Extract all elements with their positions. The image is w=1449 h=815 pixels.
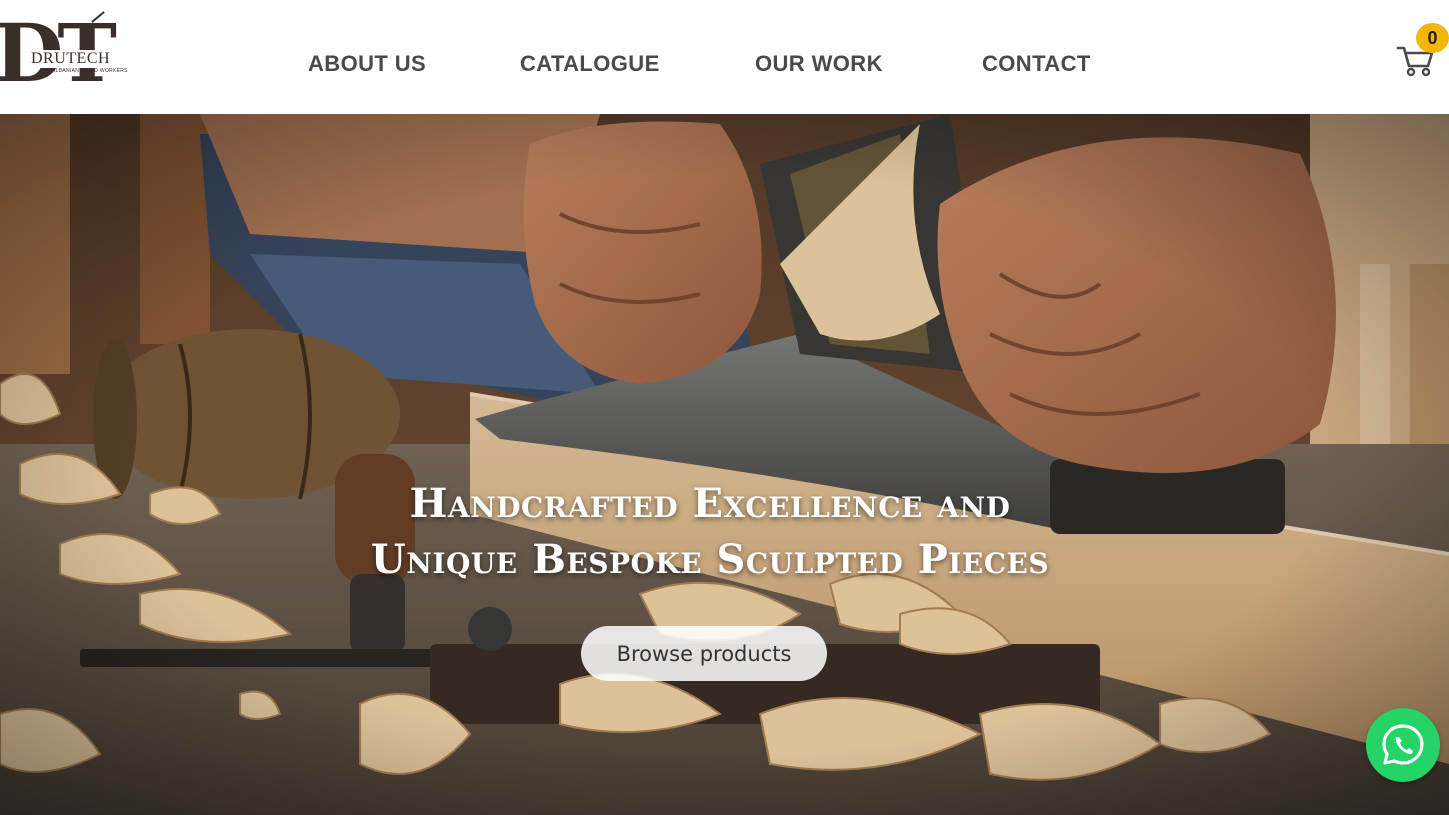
cart-count-badge: 0 [1416,23,1449,53]
whatsapp-icon[interactable] [1366,708,1440,782]
nav-about-us[interactable]: ABOUT US [308,50,426,78]
hero-section: Handcrafted Excellence and Unique Bespok… [0,114,1449,815]
nav-our-work[interactable]: OUR WORK [755,50,883,78]
hero-title-line-1: Handcrafted Excellence and [409,480,1011,527]
woodworking-hero-image [0,114,1449,815]
logo-tagline: ALBANIAN WOOD WORKERS [52,68,128,74]
nav-catalogue[interactable]: CATALOGUE [520,50,660,78]
page: DT DRUTECH ALBANIAN WOOD WORKERS ABOUT U… [0,0,1449,815]
nav-contact[interactable]: CONTACT [982,50,1091,78]
logo-brand-name: DRUTECH [28,50,114,68]
hero-title-line-2: Unique Bespoke Sculpted Pieces [370,536,1050,583]
browse-products-button[interactable]: Browse products [581,626,827,681]
hero-title: Handcrafted Excellence and Unique Bespok… [0,476,1420,588]
logo[interactable]: DT DRUTECH ALBANIAN WOOD WORKERS [0,10,150,96]
site-header: DT DRUTECH ALBANIAN WOOD WORKERS ABOUT U… [0,0,1449,114]
